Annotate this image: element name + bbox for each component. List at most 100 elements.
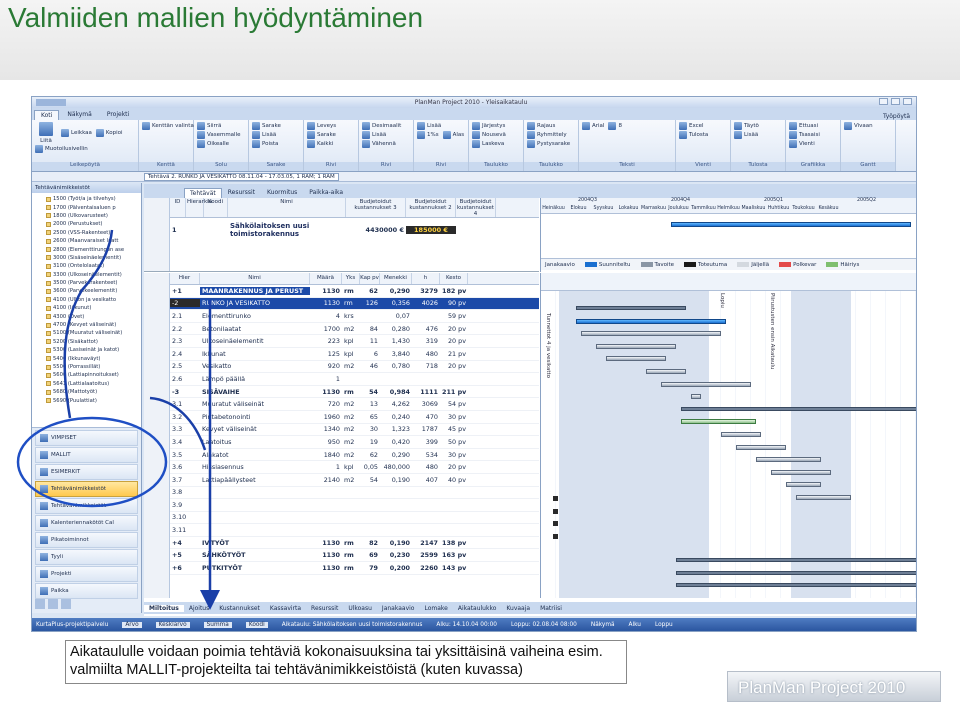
gantt-task-bar[interactable] (786, 482, 821, 488)
minimize-button[interactable] (879, 98, 888, 105)
doc-tab[interactable]: Resurssit (222, 187, 261, 198)
nav-panel-button[interactable]: Pikatoiminnot (35, 532, 138, 548)
gantt-task-bar[interactable] (576, 306, 686, 310)
ribbon-button[interactable]: Lisää (734, 131, 758, 139)
nav-footer-icon[interactable] (61, 599, 71, 609)
task-row[interactable]: 3.11 (170, 524, 539, 537)
task-info[interactable]: Tehtävä 2. RUNKO JA VESIKATTO 08.11.04 -… (144, 172, 339, 181)
task-row[interactable]: 3.10 (170, 512, 539, 525)
tree-item[interactable]: 5300 (Lasiseinät ja katot) (46, 346, 141, 354)
task-row[interactable]: +5 SÄHKÖTYÖT 1130 rm 69 0,230 2599 163 pv (170, 549, 539, 563)
tree-item[interactable]: 5641 (Lattialaatoitus) (46, 380, 141, 388)
tree-item[interactable]: 3500 (Parvekerakenteet) (46, 279, 141, 287)
gantt-task-bar[interactable] (681, 419, 756, 425)
tree-item[interactable]: 5400 (Ikkunaväyt) (46, 354, 141, 362)
gantt-task-bar[interactable] (676, 583, 916, 588)
tab-projekti[interactable]: Projekti (100, 109, 136, 120)
task-row[interactable]: 3.8 (170, 487, 539, 500)
task-row[interactable]: 3.1 Muuratut väliseinät 720 m2 13 4,262 3069 54… (170, 398, 539, 411)
ribbon-button[interactable]: Rajaus (527, 122, 555, 130)
tree-item[interactable]: 1800 (Ulkovarusteet) (46, 212, 141, 220)
project-row[interactable]: 1 Sähkölaitoksen uusi toimistorakennus 4… (170, 219, 539, 241)
gantt-task-bar[interactable] (581, 331, 721, 337)
ribbon-button[interactable]: Ettuasi (789, 122, 818, 130)
tree-item[interactable]: 2000 (Perustukset) (46, 220, 141, 228)
nav-panel-button[interactable]: Tehtävänimikkeistöt (35, 498, 138, 514)
ribbon-button[interactable]: Excel (679, 122, 704, 130)
bottom-tab[interactable]: Resurssit (306, 605, 343, 612)
bottom-tab[interactable]: Kuvaaja (501, 605, 535, 612)
nav-footer-icon[interactable] (48, 599, 58, 609)
nav-footer-icon[interactable] (35, 599, 45, 609)
tree-item[interactable]: 1700 (Pälventaisaluen p (46, 203, 141, 211)
tree-item[interactable]: 5200 (Sisäkattot) (46, 338, 141, 346)
task-col-header[interactable]: Hier (170, 273, 200, 284)
nav-panel-button[interactable]: ESIMERKIT (35, 464, 138, 480)
tree-item[interactable]: 4100 (Iäkunut) (46, 304, 141, 312)
col-budget2[interactable]: Budjetoidut kustannukset 2 (406, 198, 456, 217)
tree-item[interactable]: 3000 (Sisäseinäelementit) (46, 254, 141, 262)
ribbon-button[interactable]: Lisää (362, 131, 386, 139)
ribbon-button[interactable]: Liitä (35, 122, 57, 144)
task-col-header[interactable]: Menekki (380, 273, 412, 284)
ribbon-button[interactable]: Vähennä (362, 140, 396, 148)
status-view[interactable]: Näkymä (591, 622, 615, 628)
task-col-header[interactable]: Kap pv (360, 273, 380, 284)
ribbon-button[interactable]: Vienti (789, 140, 815, 148)
ribbon-button[interactable]: Sarake (307, 131, 336, 139)
ribbon-button[interactable]: Arial (582, 122, 604, 130)
task-row[interactable]: -3 SISÄVAIHE 1130 rm 54 0,984 1111 211 pv (170, 386, 539, 399)
task-row[interactable]: 2.2 Betonilaatat 1700 m2 84 0,280 476 20 pv (170, 323, 539, 336)
doc-tab[interactable]: Paikka-aika (303, 187, 349, 198)
bottom-tab[interactable]: Janakaavio (377, 605, 420, 612)
ribbon-button[interactable]: Järjestys (472, 122, 505, 130)
maximize-button[interactable] (891, 98, 900, 105)
ribbon-button[interactable]: Tsasaisi (789, 131, 820, 139)
col-id[interactable]: ID (170, 198, 186, 217)
gantt-task-bar[interactable] (596, 343, 676, 349)
status-zoom-start[interactable]: Alku (629, 622, 641, 628)
nav-panel-button[interactable]: Tyyli (35, 549, 138, 565)
bottom-tab[interactable]: Miltoitus (144, 604, 184, 612)
ribbon-button[interactable]: Leikkaa (61, 122, 92, 144)
ribbon-button[interactable]: Pystysarake (527, 140, 570, 148)
task-col-header[interactable]: Nimi (200, 273, 310, 284)
col-budget4[interactable]: Budjetoidut kustannukset 4 (456, 198, 496, 217)
ribbon-button[interactable]: Lisää (417, 122, 441, 130)
task-col-header[interactable]: Kesto (440, 273, 468, 284)
ribbon-button[interactable]: Alas (442, 131, 464, 139)
ribbon-button[interactable]: Nousevä (472, 131, 506, 139)
ribbon-button[interactable]: Kenttän valinta (142, 122, 194, 130)
tree-item[interactable]: 2600 (Maanvaraiset laatt (46, 237, 141, 245)
bottom-tab[interactable]: Kassavirta (265, 605, 306, 612)
ribbon-button[interactable]: Ryhmittely (527, 131, 567, 139)
col-nimi[interactable]: Nimi (228, 198, 346, 217)
col-koodi[interactable]: Koodi (204, 198, 228, 217)
tree-item[interactable]: 5100 (Muuratut väliseinät) (46, 329, 141, 337)
ribbon-button[interactable]: Vivaan (844, 122, 873, 130)
ribbon-button[interactable]: Täytö (734, 122, 759, 130)
gantt-task-bar[interactable] (676, 558, 916, 562)
bottom-tab[interactable]: Ulkoasu (343, 605, 377, 612)
bottom-tab[interactable]: Matriisi (535, 605, 567, 612)
col-hierarkia[interactable]: Hierarkia (186, 198, 212, 217)
task-row[interactable]: 3.7 Lattiapäällysteet 2140 m2 54 0,190 407 40 p… (170, 474, 539, 487)
project-gantt-bar[interactable] (671, 222, 911, 227)
tree-item[interactable]: 5500 (Porrassillät) (46, 363, 141, 371)
ribbon-button[interactable]: Kaikki (307, 140, 333, 148)
task-row[interactable]: -2 RUNKO JA VESIKATTO 1130 rm 126 0,356 4026 90… (170, 297, 539, 311)
bottom-tab[interactable]: Lomake (419, 605, 452, 612)
gantt-task-bar[interactable] (771, 469, 831, 475)
nav-panel-button[interactable]: Projekti (35, 566, 138, 582)
tree-item[interactable]: 4700 (Kevyet väliseinät) (46, 321, 141, 329)
task-col-header[interactable]: Määrä (310, 273, 342, 284)
bottom-tab[interactable]: Ajoitus (184, 605, 214, 612)
task-row[interactable]: 3.4 Laatoitus 950 m2 19 0,420 399 50 pv (170, 436, 539, 449)
ribbon-button[interactable]: Siirrä (197, 122, 221, 130)
ribbon-button[interactable]: Vasemmalle (197, 131, 240, 139)
task-col-header[interactable]: Yks (342, 273, 360, 284)
ribbon-button[interactable]: Poista (252, 140, 278, 148)
gantt-task-bar[interactable] (721, 432, 761, 437)
gantt-task-bar[interactable] (756, 457, 821, 463)
ribbon-button[interactable]: 1%s (417, 131, 439, 139)
